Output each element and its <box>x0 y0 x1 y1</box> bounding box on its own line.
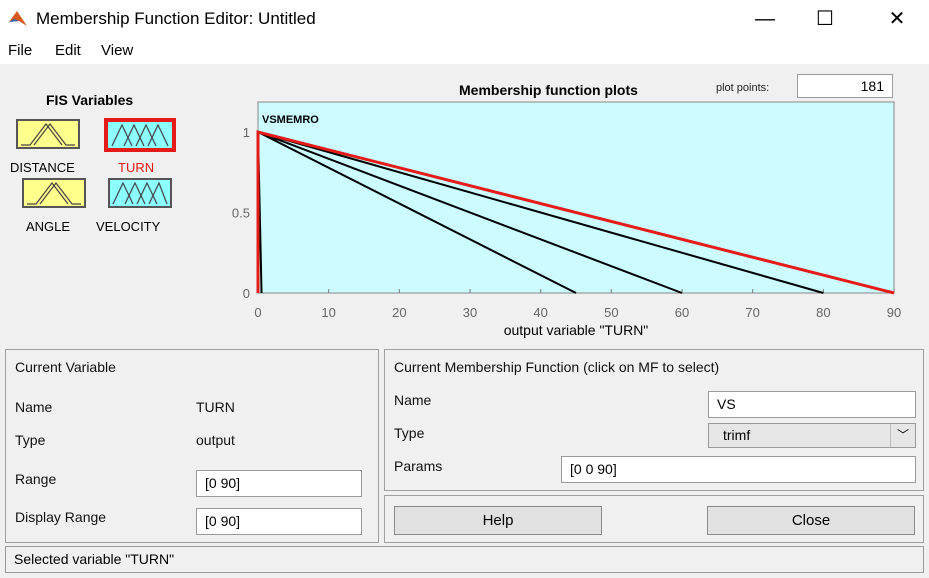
x-tick-label: 30 <box>463 305 477 320</box>
title-bar: Membership Function Editor: Untitled — ☐… <box>0 0 929 38</box>
menu-bar: File Edit View <box>0 38 929 64</box>
x-tick-label: 10 <box>321 305 335 320</box>
y-tick-label: 0 <box>243 286 250 301</box>
plot-area <box>257 101 895 294</box>
menu-edit[interactable]: Edit <box>55 42 81 59</box>
x-axis-label: output variable "TURN" <box>504 322 649 338</box>
x-tick-label: 20 <box>392 305 406 320</box>
x-tick-label: 0 <box>254 305 261 320</box>
current-mf-panel: Current Membership Function (click on MF… <box>384 349 924 491</box>
x-tick-label: 60 <box>675 305 689 320</box>
display-range-label: Display Range <box>15 509 107 525</box>
upper-area: FIS Variables DISTANCE TURN ANGLE VELOCI… <box>0 64 929 346</box>
display-range-input[interactable]: [0 90] <box>196 508 362 535</box>
x-tick-label: 90 <box>887 305 901 320</box>
current-variable-panel: Current Variable Name TURN Type output R… <box>5 349 379 543</box>
mf-type-value: trimf <box>723 427 751 443</box>
menu-file[interactable]: File <box>8 42 32 59</box>
variable-name-value: TURN <box>196 399 235 415</box>
close-button[interactable]: Close <box>707 506 915 535</box>
y-tick-label: 0.5 <box>232 206 250 221</box>
current-mf-title: Current Membership Function (click on MF… <box>394 359 720 375</box>
range-label: Range <box>15 471 57 487</box>
mf-type-label: Type <box>394 425 425 441</box>
mf-name-input[interactable]: VS <box>708 391 916 418</box>
x-tick-label: 80 <box>816 305 830 320</box>
name-label: Name <box>15 399 53 415</box>
mf-name-label: Name <box>394 392 432 408</box>
minimize-button[interactable]: — <box>742 2 788 36</box>
current-variable-title: Current Variable <box>15 359 116 375</box>
mf-type-select[interactable]: trimf ﹀ <box>708 423 916 448</box>
x-tick-label: 50 <box>604 305 618 320</box>
params-input[interactable]: [0 0 90] <box>561 456 916 483</box>
membership-function-plot[interactable]: 0 10 20 30 40 50 60 70 80 90 0 0.5 1 VSMEMRO output … <box>0 64 929 346</box>
menu-view[interactable]: View <box>101 42 133 59</box>
y-tick-label: 1 <box>243 125 250 140</box>
range-input[interactable]: [0 90] <box>196 470 362 497</box>
matlab-logo-icon <box>9 11 27 26</box>
type-label: Type <box>15 432 46 448</box>
x-tick-label: 40 <box>533 305 547 320</box>
close-window-button[interactable]: ✕ <box>874 2 920 36</box>
mf-labels: VSMEMRO <box>262 114 319 126</box>
x-tick-label: 70 <box>745 305 759 320</box>
variable-type-value: output <box>196 432 235 448</box>
maximize-button[interactable]: ☐ <box>802 2 848 36</box>
window-title: Membership Function Editor: Untitled <box>36 9 316 28</box>
params-label: Params <box>394 458 443 474</box>
status-bar: Selected variable "TURN" <box>5 546 924 573</box>
chevron-down-icon[interactable]: ﹀ <box>890 424 915 447</box>
help-button[interactable]: Help <box>394 506 602 535</box>
buttons-panel: Help Close <box>384 495 924 543</box>
